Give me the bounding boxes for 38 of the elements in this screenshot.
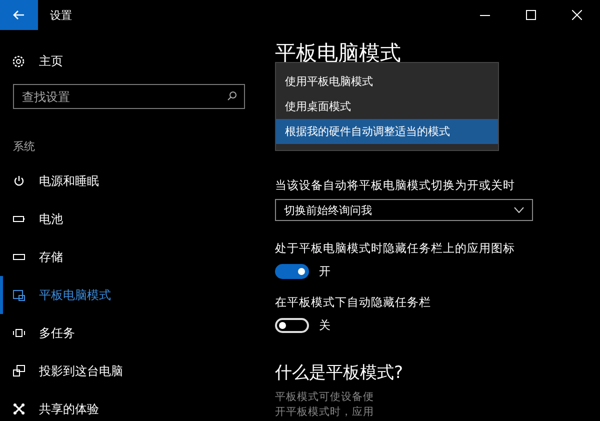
power-icon	[12, 175, 25, 187]
sidebar-item[interactable]: 电源和睡眠	[0, 162, 262, 200]
sidebar-item[interactable]: 电池	[0, 200, 262, 238]
help-text: 平板模式可使设备便	[275, 390, 375, 405]
help-text: 开平板模式时，应用	[275, 405, 375, 420]
section-heading: 系统	[13, 139, 36, 154]
sidebar-item[interactable]: 共享的体验	[0, 390, 262, 421]
menu-item[interactable]: 根据我的硬件自动调整适当的模式	[276, 119, 498, 144]
battery-icon	[12, 215, 25, 223]
chevron-icon	[514, 207, 524, 213]
setting-label: 在平板模式下自动隐藏任务栏	[275, 295, 432, 310]
maximize-icon	[526, 10, 536, 20]
setting-label: 处于平板电脑模式时隐藏任务栏上的应用图标	[275, 241, 516, 256]
gear-icon	[12, 54, 25, 68]
toggle-state: 开	[319, 264, 331, 279]
sidebar-item[interactable]: 多任务	[0, 314, 262, 352]
setting-label: 当该设备自动将平板电脑模式切换为开或关时	[275, 178, 516, 193]
storage-icon	[12, 254, 25, 260]
search-field[interactable]: 查找设置	[13, 84, 245, 109]
page-title: 平板电脑模式	[275, 40, 402, 66]
multitask-icon	[12, 328, 25, 338]
back-arrow-icon	[13, 10, 25, 20]
home-link[interactable]: 主页	[39, 52, 63, 70]
menu-item[interactable]: 使用桌面模式	[276, 94, 498, 119]
dropdown-select[interactable]: 切换前始终询问我	[275, 199, 533, 221]
sidebar-item[interactable]: 投影到这台电脑	[0, 352, 262, 390]
toggle-switch[interactable]	[275, 264, 309, 279]
search-icon	[227, 91, 237, 101]
sidebar-item[interactable]: 平板电脑模式	[0, 276, 262, 314]
projector-icon	[12, 365, 25, 377]
menu-item[interactable]: 使用平板电脑模式	[276, 69, 498, 94]
sidebar-item[interactable]: 存储	[0, 238, 262, 276]
close-icon	[572, 10, 582, 20]
section-heading: 什么是平板模式?	[275, 362, 404, 384]
window-title: 设置	[50, 8, 73, 22]
toggle-state: 关	[319, 318, 331, 333]
tablet-icon	[12, 289, 25, 301]
share-icon	[12, 403, 25, 415]
